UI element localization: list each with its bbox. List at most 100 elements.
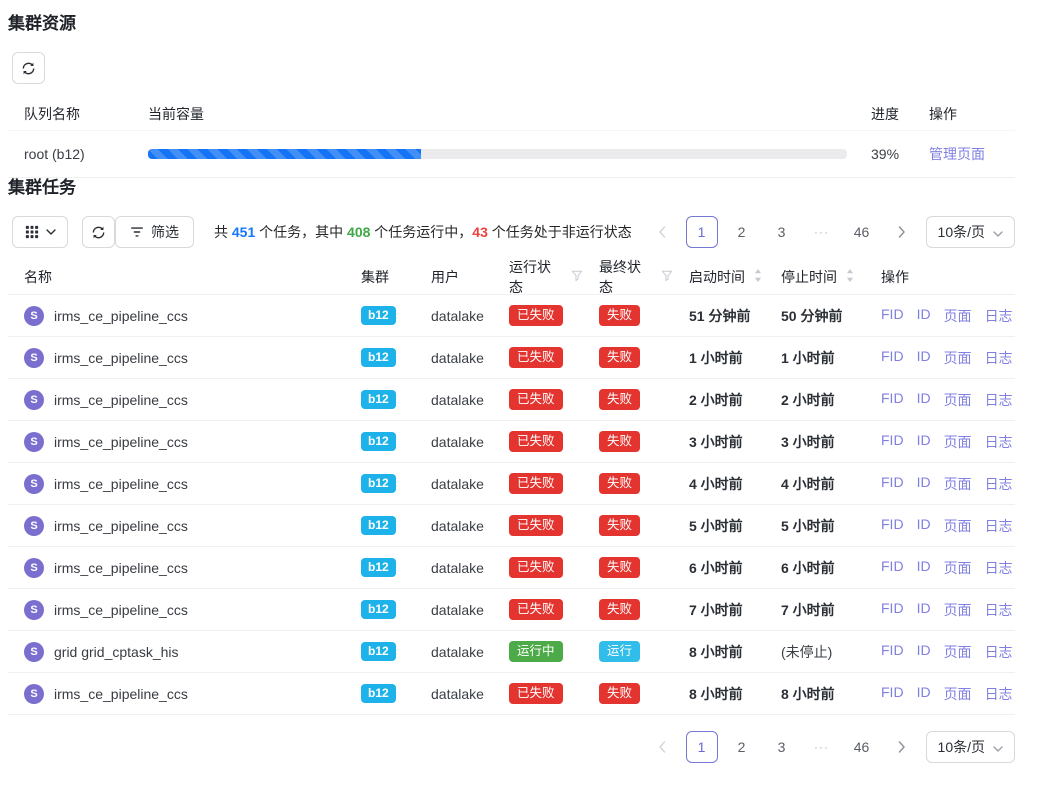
action-link-fid[interactable]: FID: [881, 306, 904, 326]
task-user: datalake: [415, 602, 493, 618]
sorter-icon[interactable]: [846, 269, 854, 285]
row-actions: FID ID 页面日志: [865, 516, 1015, 536]
final-status-badge: 失败: [599, 431, 640, 452]
action-link-id[interactable]: ID: [917, 516, 931, 536]
resources-refresh-button[interactable]: [12, 52, 45, 84]
pagination-next-icon[interactable]: [886, 216, 918, 248]
task-user: datalake: [415, 518, 493, 534]
action-link-fid[interactable]: FID: [881, 348, 904, 368]
action-link-日志[interactable]: 日志: [985, 390, 1013, 410]
action-link-fid[interactable]: FID: [881, 474, 904, 494]
capacity-progress-fill: [148, 149, 421, 159]
row-actions: FID ID 页面日志: [865, 684, 1015, 704]
table-row: S irms_ce_pipeline_ccs b12 datalake 已失败 …: [8, 463, 1015, 505]
page-size-select[interactable]: 10条/页: [926, 731, 1015, 763]
action-link-id[interactable]: ID: [917, 306, 931, 326]
action-link-页面[interactable]: 页面: [944, 684, 972, 704]
task-user: datalake: [415, 644, 493, 660]
action-link-fid[interactable]: FID: [881, 432, 904, 452]
action-link-id[interactable]: ID: [917, 684, 931, 704]
page-size-select[interactable]: 10条/页: [926, 216, 1015, 248]
row-actions: FID ID 页面日志: [865, 348, 1015, 368]
action-link-fid[interactable]: FID: [881, 642, 904, 662]
action-link-日志[interactable]: 日志: [985, 600, 1013, 620]
pagination-page-46[interactable]: 46: [846, 216, 878, 248]
action-link-日志[interactable]: 日志: [985, 306, 1013, 326]
column-settings-button[interactable]: [12, 216, 68, 248]
action-link-页面[interactable]: 页面: [944, 348, 972, 368]
cluster-badge: b12: [361, 684, 396, 703]
action-link-id[interactable]: ID: [917, 432, 931, 452]
page-size-label: 10条/页: [938, 737, 985, 757]
action-link-页面[interactable]: 页面: [944, 390, 972, 410]
action-link-日志[interactable]: 日志: [985, 474, 1013, 494]
action-link-页面[interactable]: 页面: [944, 306, 972, 326]
filter-button[interactable]: 筛选: [115, 216, 194, 248]
action-link-id[interactable]: ID: [917, 474, 931, 494]
action-link-id[interactable]: ID: [917, 390, 931, 410]
cluster-tasks-title: 集群任务: [8, 178, 1015, 198]
action-link-日志[interactable]: 日志: [985, 684, 1013, 704]
page-size-label: 10条/页: [938, 222, 985, 242]
pagination-page-3[interactable]: 3: [766, 731, 798, 763]
action-link-页面[interactable]: 页面: [944, 600, 972, 620]
total-count: 451: [232, 224, 255, 240]
action-link-fid[interactable]: FID: [881, 390, 904, 410]
tasks-refresh-button[interactable]: [82, 216, 115, 248]
pagination-page-3[interactable]: 3: [766, 216, 798, 248]
pagination-prev-icon[interactable]: [646, 216, 678, 248]
action-link-日志[interactable]: 日志: [985, 642, 1013, 662]
pagination-next-icon[interactable]: [886, 731, 918, 763]
pagination-page-46[interactable]: 46: [846, 731, 878, 763]
tasks-summary: 共 451 个任务，其中 408 个任务运行中，43 个任务处于非运行状态: [214, 222, 632, 242]
col-header-stop-time[interactable]: 停止时间: [765, 267, 865, 287]
pagination-page-1[interactable]: 1: [686, 216, 718, 248]
col-header-final-status[interactable]: 最终状态: [583, 257, 673, 297]
action-link-fid[interactable]: FID: [881, 600, 904, 620]
sorter-icon[interactable]: [754, 269, 762, 285]
action-link-页面[interactable]: 页面: [944, 432, 972, 452]
table-row: S grid grid_cptask_his b12 datalake 运行中 …: [8, 631, 1015, 673]
col-header-run-status[interactable]: 运行状态: [493, 257, 583, 297]
col-header-start-time[interactable]: 启动时间: [673, 267, 765, 287]
pagination-page-2[interactable]: 2: [726, 731, 758, 763]
run-status-badge: 已失败: [509, 305, 563, 326]
action-link-页面[interactable]: 页面: [944, 516, 972, 536]
pagination-page-2[interactable]: 2: [726, 216, 758, 248]
manage-page-link[interactable]: 管理页面: [929, 146, 985, 162]
col-header-progress: 进度: [863, 104, 921, 124]
pagination-ellipsis[interactable]: ···: [806, 731, 838, 763]
task-name: irms_ce_pipeline_ccs: [54, 476, 188, 492]
refresh-icon: [91, 225, 106, 240]
action-link-fid[interactable]: FID: [881, 558, 904, 578]
action-link-id[interactable]: ID: [917, 642, 931, 662]
task-user: datalake: [415, 350, 493, 366]
filter-funnel-icon[interactable]: [571, 269, 583, 285]
pagination-page-1[interactable]: 1: [686, 731, 718, 763]
non-running-count: 43: [472, 224, 488, 240]
spark-avatar: S: [24, 348, 44, 368]
action-link-id[interactable]: ID: [917, 558, 931, 578]
table-row: S irms_ce_pipeline_ccs b12 datalake 已失败 …: [8, 379, 1015, 421]
action-link-页面[interactable]: 页面: [944, 558, 972, 578]
action-link-fid[interactable]: FID: [881, 516, 904, 536]
action-link-日志[interactable]: 日志: [985, 516, 1013, 536]
pagination-prev-icon[interactable]: [646, 731, 678, 763]
cluster-badge: b12: [361, 600, 396, 619]
resources-table: 队列名称 当前容量 进度 操作 root (b12) 39% 管理页面: [8, 98, 1015, 178]
action-link-fid[interactable]: FID: [881, 684, 904, 704]
action-link-日志[interactable]: 日志: [985, 558, 1013, 578]
action-link-日志[interactable]: 日志: [985, 348, 1013, 368]
pagination-ellipsis[interactable]: ···: [806, 216, 838, 248]
chevron-down-icon: [993, 224, 1003, 240]
action-link-页面[interactable]: 页面: [944, 642, 972, 662]
table-row: S irms_ce_pipeline_ccs b12 datalake 已失败 …: [8, 295, 1015, 337]
filter-lines-icon: [130, 225, 144, 239]
action-link-页面[interactable]: 页面: [944, 474, 972, 494]
final-status-badge: 失败: [599, 305, 640, 326]
action-link-日志[interactable]: 日志: [985, 432, 1013, 452]
action-link-id[interactable]: ID: [917, 600, 931, 620]
filter-funnel-icon[interactable]: [661, 269, 673, 285]
action-link-id[interactable]: ID: [917, 348, 931, 368]
chevron-down-icon: [46, 229, 56, 235]
